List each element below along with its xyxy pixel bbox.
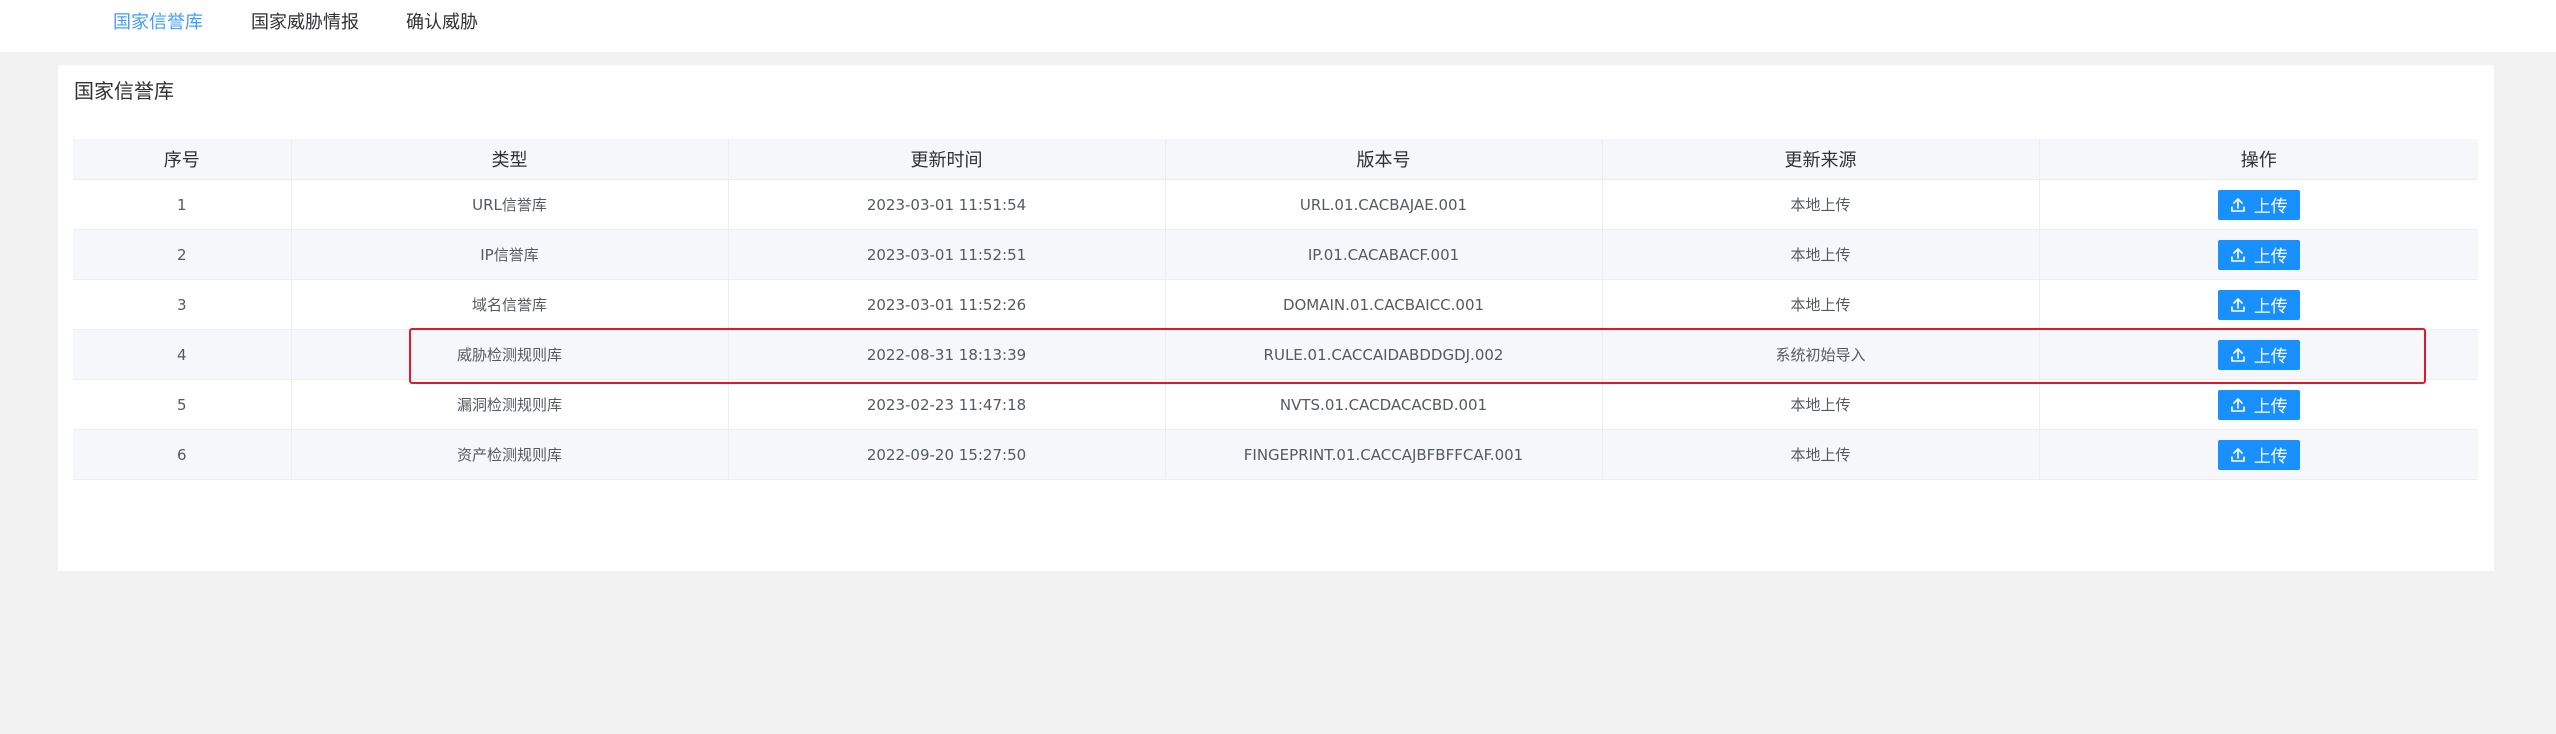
tab-confirm-threat[interactable]: 确认威胁 [406, 0, 478, 46]
upload-button[interactable]: 上传 [2217, 439, 2300, 470]
table-row: 2 IP信誉库 2023-03-01 11:52:51 IP.01.CACABA… [73, 229, 2478, 280]
cell-version: NVTS.01.CACDACACBD.001 [1165, 379, 1603, 430]
cell-update-time: 2022-08-31 18:13:39 [728, 329, 1166, 380]
upload-button[interactable]: 上传 [2217, 389, 2300, 420]
upload-button-label: 上传 [2253, 447, 2288, 467]
upload-button-label: 上传 [2253, 197, 2288, 217]
cell-index: 3 [73, 279, 292, 330]
cell-type: 域名信誉库 [291, 279, 729, 330]
cell-type: 漏洞检测规则库 [291, 379, 729, 430]
cell-index: 2 [73, 229, 292, 280]
cell-source: 本地上传 [1602, 179, 2040, 230]
cell-source: 系统初始导入 [1602, 329, 2040, 380]
cell-update-time: 2022-09-20 15:27:50 [728, 429, 1166, 480]
upload-button[interactable]: 上传 [2217, 289, 2300, 320]
table-row: 5 漏洞检测规则库 2023-02-23 11:47:18 NVTS.01.CA… [73, 379, 2478, 430]
cell-index: 5 [73, 379, 292, 430]
upload-icon [2230, 247, 2246, 263]
header-index: 序号 [73, 139, 292, 180]
cell-type: 威胁检测规则库 [291, 329, 729, 380]
cell-action: 上传 [2039, 379, 2478, 430]
header-action: 操作 [2039, 139, 2478, 180]
cell-index: 6 [73, 429, 292, 480]
cell-type: IP信誉库 [291, 229, 729, 280]
upload-button-label: 上传 [2253, 297, 2288, 317]
cell-action: 上传 [2039, 429, 2478, 480]
upload-button-label: 上传 [2253, 347, 2288, 367]
cell-index: 4 [73, 329, 292, 380]
upload-icon [2230, 397, 2246, 413]
tab-national-threat-intel[interactable]: 国家威胁情报 [251, 0, 359, 46]
header-update-time: 更新时间 [728, 139, 1166, 180]
cell-update-time: 2023-03-01 11:52:26 [728, 279, 1166, 330]
tab-national-reputation-db[interactable]: 国家信誉库 [113, 0, 203, 46]
cell-source: 本地上传 [1602, 229, 2040, 280]
table-header-row: 序号 类型 更新时间 版本号 更新来源 操作 [73, 139, 2478, 180]
table-row: 3 域名信誉库 2023-03-01 11:52:26 DOMAIN.01.CA… [73, 279, 2478, 330]
header-version: 版本号 [1165, 139, 1603, 180]
upload-icon [2230, 297, 2246, 313]
cell-source: 本地上传 [1602, 279, 2040, 330]
cell-version: RULE.01.CACCAIDABDDGDJ.002 [1165, 329, 1603, 380]
upload-button[interactable]: 上传 [2217, 339, 2300, 370]
header-type: 类型 [291, 139, 729, 180]
header-source: 更新来源 [1602, 139, 2040, 180]
cell-action: 上传 [2039, 229, 2478, 280]
cell-source: 本地上传 [1602, 379, 2040, 430]
upload-button[interactable]: 上传 [2217, 189, 2300, 220]
table-row: 1 URL信誉库 2023-03-01 11:51:54 URL.01.CACB… [73, 179, 2478, 230]
cell-version: DOMAIN.01.CACBAICC.001 [1165, 279, 1603, 330]
upload-icon [2230, 347, 2246, 363]
cell-version: URL.01.CACBAJAE.001 [1165, 179, 1603, 230]
table-row: 4 威胁检测规则库 2022-08-31 18:13:39 RULE.01.CA… [73, 329, 2478, 380]
cell-type: URL信誉库 [291, 179, 729, 230]
upload-icon [2230, 197, 2246, 213]
upload-button[interactable]: 上传 [2217, 239, 2300, 270]
upload-button-label: 上传 [2253, 397, 2288, 417]
cell-type: 资产检测规则库 [291, 429, 729, 480]
cell-action: 上传 [2039, 329, 2478, 380]
cell-action: 上传 [2039, 179, 2478, 230]
table-row: 6 资产检测规则库 2022-09-20 15:27:50 FINGEPRINT… [73, 429, 2478, 480]
panel-title: 国家信誉库 [74, 79, 174, 103]
upload-button-label: 上传 [2253, 247, 2288, 267]
cell-version: FINGEPRINT.01.CACCAJBFBFFCAF.001 [1165, 429, 1603, 480]
cell-version: IP.01.CACABACF.001 [1165, 229, 1603, 280]
upload-icon [2230, 447, 2246, 463]
top-nav: 国家信誉库 国家威胁情报 确认威胁 [0, 0, 2556, 52]
cell-update-time: 2023-03-01 11:52:51 [728, 229, 1166, 280]
cell-index: 1 [73, 179, 292, 230]
cell-source: 本地上传 [1602, 429, 2040, 480]
content-panel: 国家信誉库 序号 类型 更新时间 版本号 更新来源 操作 1 URL信誉库 20… [58, 65, 2494, 571]
cell-update-time: 2023-02-23 11:47:18 [728, 379, 1166, 430]
cell-update-time: 2023-03-01 11:51:54 [728, 179, 1166, 230]
reputation-table: 序号 类型 更新时间 版本号 更新来源 操作 1 URL信誉库 2023-03-… [73, 139, 2478, 480]
cell-action: 上传 [2039, 279, 2478, 330]
